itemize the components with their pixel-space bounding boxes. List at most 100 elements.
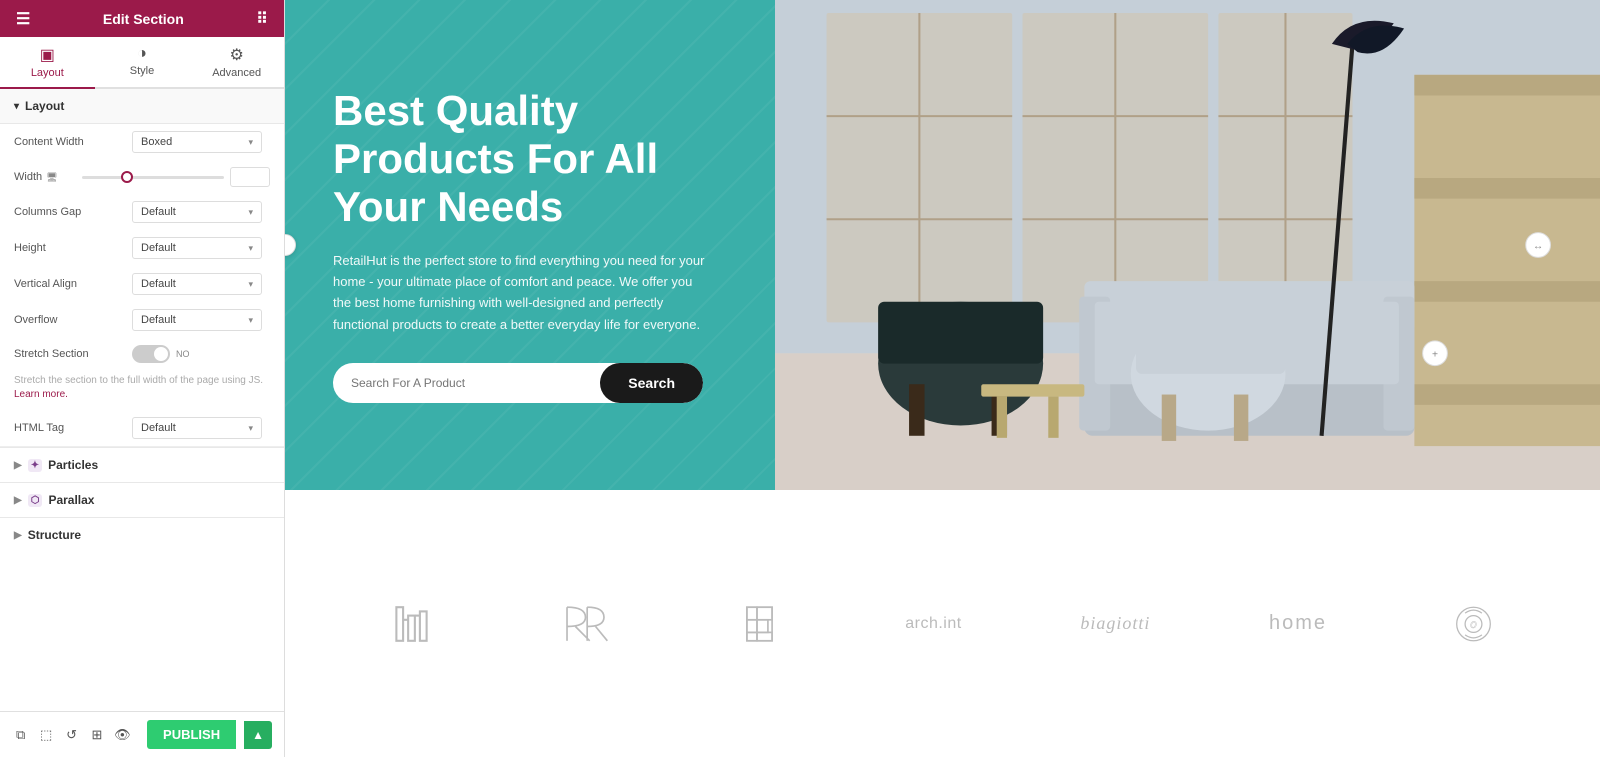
navigator-icon[interactable]: ⊞ <box>88 721 105 749</box>
stretch-section-row: Stretch Section NO <box>0 338 284 370</box>
structure-chevron-icon: ▶ <box>14 530 22 541</box>
svg-text:+: + <box>1432 349 1438 360</box>
logo-item-6: home <box>1269 612 1327 635</box>
html-tag-control: Default ▾ <box>132 417 270 439</box>
height-value: Default <box>141 242 176 254</box>
stretch-section-control: NO <box>132 345 270 363</box>
width-label: Width 🖥 <box>14 171 74 183</box>
stretch-toggle-container: NO <box>132 345 190 363</box>
columns-gap-arrow-icon: ▾ <box>248 207 253 218</box>
parallax-section-icon: ⬡ <box>28 494 43 507</box>
vertical-align-value: Default <box>141 278 176 290</box>
logos-section: arch.int biagiotti home o <box>285 490 1600 757</box>
layers-icon[interactable]: ⧉ <box>12 721 29 749</box>
resize-handle-left[interactable] <box>285 234 296 256</box>
hamburger-icon[interactable]: ☰ <box>16 9 30 29</box>
history-icon[interactable]: ↺ <box>63 721 80 749</box>
parallax-section[interactable]: ▶ ⬡ Parallax <box>0 482 284 517</box>
structure-section[interactable]: ▶ Structure <box>0 517 284 552</box>
content-width-label: Content Width <box>14 136 124 148</box>
advanced-tab-icon: ⚙ <box>230 45 244 65</box>
columns-gap-row: Columns Gap Default ▾ <box>0 194 284 230</box>
publish-arrow-button[interactable]: ▲ <box>244 721 272 749</box>
content-width-select[interactable]: Boxed ▾ <box>132 131 262 153</box>
height-control: Default ▾ <box>132 237 270 259</box>
overflow-row: Overflow Default ▾ <box>0 302 284 338</box>
particles-chevron-icon: ▶ <box>14 460 22 471</box>
structure-label: Structure <box>28 528 81 542</box>
vertical-align-label: Vertical Align <box>14 278 124 290</box>
search-input[interactable] <box>333 363 600 403</box>
logo-item-7: o <box>1446 603 1501 645</box>
content-width-control: Boxed ▾ <box>132 131 270 153</box>
height-select[interactable]: Default ▾ <box>132 237 262 259</box>
layout-section-header[interactable]: ▾ Layout <box>0 89 284 124</box>
panel-tabs: ▣ Layout ◑ Style ⚙ Advanced <box>0 37 284 89</box>
style-tab-icon: ◑ <box>137 45 147 63</box>
stretch-toggle[interactable] <box>132 345 170 363</box>
style-tab-label: Style <box>130 65 154 77</box>
tab-advanced[interactable]: ⚙ Advanced <box>189 37 284 89</box>
logo-item-4: arch.int <box>905 615 961 633</box>
room-illustration: ↔ + <box>775 0 1600 490</box>
overflow-arrow-icon: ▾ <box>248 315 253 326</box>
height-arrow-icon: ▾ <box>248 243 253 254</box>
panel-header: ☰ Edit Section ⠿ <box>0 0 284 37</box>
tab-style[interactable]: ◑ Style <box>95 37 190 89</box>
content-width-value: Boxed <box>141 136 172 148</box>
stretch-learn-more-link[interactable]: Learn more. <box>14 389 68 400</box>
publish-button[interactable]: PUBLISH <box>147 720 236 749</box>
width-number-input[interactable] <box>230 167 270 187</box>
layout-tab-label: Layout <box>31 67 64 79</box>
logo-text-biagiotti: biagiotti <box>1080 613 1150 634</box>
layout-section-label: Layout <box>25 99 64 113</box>
vertical-align-control: Default ▾ <box>132 273 270 295</box>
logo-svg-7: o <box>1446 603 1501 645</box>
columns-gap-label: Columns Gap <box>14 206 124 218</box>
particles-label: Particles <box>48 458 98 472</box>
width-responsive-icon: 🖥 <box>46 172 57 183</box>
overflow-label: Overflow <box>14 314 124 326</box>
logo-svg-2 <box>558 603 613 645</box>
logo-item-2 <box>558 603 613 645</box>
search-bar: Search <box>333 363 703 403</box>
svg-text:↔: ↔ <box>1533 241 1543 252</box>
panel-body: ▾ Layout Content Width Boxed ▾ Width 🖥 <box>0 89 284 711</box>
layout-chevron-icon: ▾ <box>14 101 19 112</box>
parallax-chevron-icon: ▶ <box>14 495 22 506</box>
columns-gap-value: Default <box>141 206 176 218</box>
height-label: Height <box>14 242 124 254</box>
logo-svg-1 <box>384 603 439 645</box>
stretch-note: Stretch the section to the full width of… <box>0 370 284 410</box>
advanced-tab-label: Advanced <box>212 67 261 79</box>
particles-section-icon: ✦ <box>28 459 42 472</box>
search-button[interactable]: Search <box>600 363 703 403</box>
widgets-icon[interactable]: ⬚ <box>37 721 54 749</box>
hero-section: Best Quality Products For All Your Needs… <box>285 0 1600 490</box>
columns-gap-control: Default ▾ <box>132 201 270 223</box>
tab-layout[interactable]: ▣ Layout <box>0 37 95 89</box>
panel-title: Edit Section <box>103 11 184 27</box>
particles-section[interactable]: ▶ ✦ Particles <box>0 447 284 482</box>
hero-description: RetailHut is the perfect store to find e… <box>333 250 713 336</box>
vertical-align-arrow-icon: ▾ <box>248 279 253 290</box>
overflow-select[interactable]: Default ▾ <box>132 309 262 331</box>
html-tag-value: Default <box>141 422 176 434</box>
eye-icon[interactable]: 👁 <box>114 721 131 749</box>
html-tag-select[interactable]: Default ▾ <box>132 417 262 439</box>
grid-icon[interactable]: ⠿ <box>256 9 268 29</box>
overflow-value: Default <box>141 314 176 326</box>
columns-gap-select[interactable]: Default ▾ <box>132 201 262 223</box>
right-content: Best Quality Products For All Your Needs… <box>285 0 1600 757</box>
html-tag-label: HTML Tag <box>14 422 124 434</box>
left-panel: ☰ Edit Section ⠿ ▣ Layout ◑ Style ⚙ Adva… <box>0 0 285 757</box>
content-width-arrow-icon: ▾ <box>248 137 253 148</box>
height-row: Height Default ▾ <box>0 230 284 266</box>
stretch-toggle-label: NO <box>176 349 190 359</box>
logo-item-1 <box>384 603 439 645</box>
panel-footer: ⧉ ⬚ ↺ ⊞ 👁 PUBLISH ▲ <box>0 711 284 757</box>
logo-text-archint: arch.int <box>905 615 961 633</box>
width-slider[interactable] <box>82 176 224 179</box>
width-row: Width 🖥 <box>0 160 284 194</box>
vertical-align-select[interactable]: Default ▾ <box>132 273 262 295</box>
